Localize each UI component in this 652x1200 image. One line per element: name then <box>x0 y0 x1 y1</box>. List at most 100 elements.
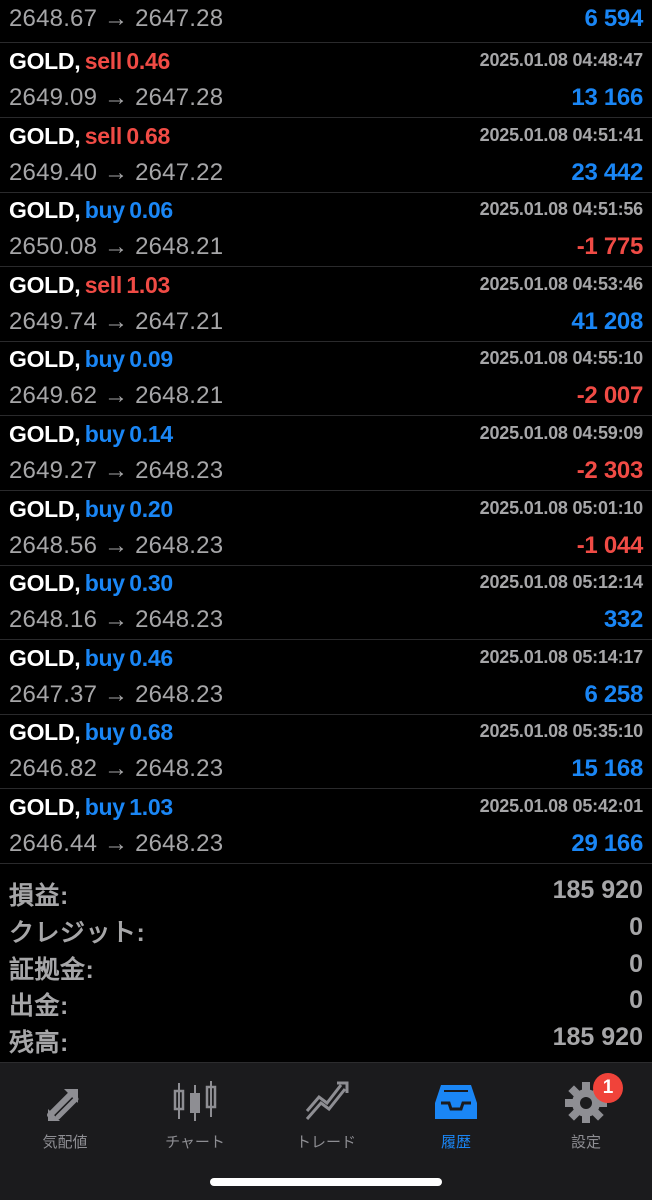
trade-row[interactable]: GOLD, sell 0.46 2025.01.08 04:48:47 2649.0… <box>0 43 652 118</box>
trade-symbol: GOLD, <box>9 346 81 372</box>
trade-side: sell <box>84 123 122 149</box>
trade-lots: 0.46 <box>129 645 173 671</box>
tab-label: トレード <box>295 1134 356 1151</box>
trade-profit: 6 594 <box>584 5 643 32</box>
trade-prices: 2649.62 → 2648.21 <box>9 382 224 409</box>
trade-lots: 0.09 <box>129 346 173 372</box>
trade-prices: 2649.40 → 2647.22 <box>9 159 224 186</box>
trade-prices: 2649.74 → 2647.21 <box>9 308 224 335</box>
summary-label: クレジット: <box>9 919 146 947</box>
trade-side: buy <box>84 197 125 223</box>
trade-symbol: GOLD, <box>9 272 81 298</box>
trade-profit: 41 208 <box>571 308 643 335</box>
trade-profit: -2 303 <box>576 457 644 484</box>
trade-time: 2025.01.08 05:42:01 <box>479 796 644 816</box>
trade-symbol: GOLD, <box>9 421 81 447</box>
trade-symbol: GOLD, <box>9 794 81 820</box>
trade-side: buy <box>84 719 125 745</box>
trade-row[interactable]: GOLD, buy 0.30 2025.01.08 05:12:14 2648.16… <box>0 565 652 640</box>
tab-label: 設定 <box>570 1134 601 1151</box>
trade-time: 2025.01.08 05:14:17 <box>479 647 644 667</box>
trade-profit: 13 166 <box>571 84 643 111</box>
trade-profit: -1 775 <box>576 233 644 260</box>
trade-row[interactable]: GOLD, buy 0.14 2025.01.08 04:59:09 2649.27… <box>0 416 652 491</box>
trade-prices: 2650.08 → 2648.21 <box>9 233 224 260</box>
trade-side: sell <box>84 272 122 298</box>
tab-chart[interactable]: チャート <box>130 1071 260 1151</box>
trade-time: 2025.01.08 04:53:46 <box>479 274 644 294</box>
trade-row[interactable]: GOLD, buy 0.09 2025.01.08 04:55:10 2649.62… <box>0 341 652 416</box>
trade-row-partial[interactable]: 2648.67 → 2647.28 6 594 <box>0 0 652 43</box>
trade-symbol: GOLD, <box>9 719 81 745</box>
trade-symbol: GOLD, <box>9 48 81 74</box>
history-inbox-icon <box>435 1085 477 1119</box>
trade-row[interactable]: GOLD, sell 1.03 2025.01.08 04:53:46 2649.7… <box>0 267 652 342</box>
tab-label: チャート <box>165 1134 225 1151</box>
trade-time: 2025.01.08 04:48:47 <box>479 50 644 70</box>
trade-prices: 2649.27 → 2648.23 <box>9 457 224 484</box>
summary-label: 出金: <box>9 992 69 1020</box>
trade-time: 2025.01.08 04:59:09 <box>479 423 644 443</box>
trade-symbol: GOLD, <box>9 570 81 596</box>
trade-row[interactable]: GOLD, sell 0.68 2025.01.08 04:51:41 2649.4… <box>0 118 652 193</box>
summary-value: 185 920 <box>552 876 643 904</box>
trade-prices: 2648.67 → 2647.28 <box>9 5 224 32</box>
trade-profit: 23 442 <box>571 159 643 186</box>
trade-profit: 332 <box>603 606 643 633</box>
trade-profit: -1 044 <box>576 532 644 559</box>
tab-quotes[interactable]: 気配値 <box>0 1071 130 1151</box>
trade-prices: 2648.56 → 2648.23 <box>9 532 224 559</box>
quotes-arrows-icon <box>47 1089 79 1121</box>
trade-time: 2025.01.08 05:12:14 <box>479 572 644 592</box>
trade-side: buy <box>84 496 125 522</box>
trade-lots: 0.30 <box>129 570 173 596</box>
trade-time: 2025.01.08 04:55:10 <box>479 348 644 368</box>
trade-time: 2025.01.08 04:51:56 <box>479 199 644 219</box>
trade-row[interactable]: GOLD, buy 0.68 2025.01.08 05:35:10 2646.82… <box>0 714 652 789</box>
trade-lots: 0.68 <box>129 719 173 745</box>
trade-row[interactable]: GOLD, buy 0.06 2025.01.08 04:51:56 2650.08… <box>0 192 652 267</box>
trade-side: buy <box>84 346 125 372</box>
trade-lots: 1.03 <box>129 794 173 820</box>
home-indicator <box>210 1178 442 1186</box>
trade-row[interactable]: GOLD, buy 0.46 2025.01.08 05:14:17 2647.37… <box>0 640 652 715</box>
trade-side: buy <box>84 570 125 596</box>
trade-profit: 6 258 <box>584 681 643 708</box>
trade-chart-icon <box>305 1081 349 1120</box>
summary-value: 0 <box>629 913 643 941</box>
summary-row: 証拠金: 0 <box>9 950 643 984</box>
trade-side: buy <box>84 645 125 671</box>
trade-lots: 0.06 <box>129 197 173 223</box>
trade-lots: 0.14 <box>129 421 173 447</box>
tab-label: 履歴 <box>440 1134 471 1151</box>
tab-history[interactable]: 履歴 <box>391 1071 521 1151</box>
tab-trade[interactable]: トレード <box>261 1071 391 1151</box>
trade-row[interactable]: GOLD, buy 1.03 2025.01.08 05:42:01 2646.44… <box>0 789 652 864</box>
trade-side: buy <box>84 794 125 820</box>
summary-label: 証拠金: <box>9 956 95 984</box>
trade-symbol: GOLD, <box>9 123 81 149</box>
trade-prices: 2648.16 → 2648.23 <box>9 606 224 633</box>
summary-row: クレジット: 0 <box>9 913 643 947</box>
trade-lots: 0.20 <box>129 496 173 522</box>
trade-prices: 2649.09 → 2647.28 <box>9 84 224 111</box>
trade-profit: 29 166 <box>571 830 643 857</box>
trade-side: sell <box>84 48 122 74</box>
trade-prices: 2647.37 → 2648.23 <box>9 681 224 708</box>
trade-profit: -2 007 <box>576 382 644 409</box>
trade-lots: 0.46 <box>126 48 170 74</box>
history-screen: 2648.67 → 2647.28 6 594 GOLD, sell 0.46 2… <box>0 0 652 1200</box>
trade-lots: 1.03 <box>126 272 170 298</box>
summary-row: 損益: 185 920 <box>9 876 643 910</box>
trade-symbol: GOLD, <box>9 197 81 223</box>
trade-row[interactable]: GOLD, buy 0.20 2025.01.08 05:01:10 2648.56… <box>0 491 652 566</box>
summary-row: 出金: 0 <box>9 986 643 1020</box>
tab-settings[interactable]: 1 設定 <box>521 1071 651 1151</box>
trade-symbol: GOLD, <box>9 645 81 671</box>
trade-prices: 2646.82 → 2648.23 <box>9 755 224 782</box>
notification-badge: 1 <box>593 1073 623 1103</box>
trade-prices: 2646.44 → 2648.23 <box>9 830 224 857</box>
summary-value: 0 <box>629 950 643 978</box>
summary-row: 残高: 185 920 <box>9 1023 643 1057</box>
candlestick-chart-icon <box>173 1081 217 1121</box>
